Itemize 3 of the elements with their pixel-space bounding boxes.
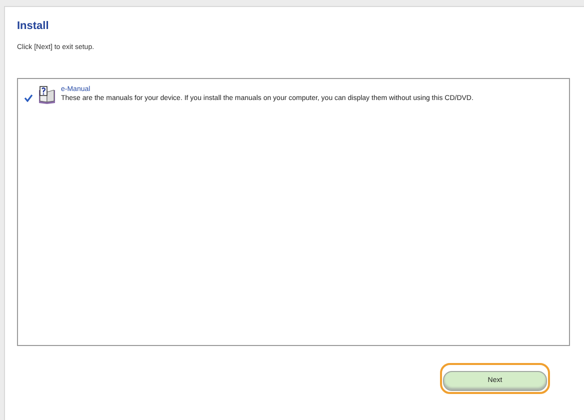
help-book-icon [37,86,57,104]
checkmark-icon[interactable] [24,94,33,102]
page-title: Install [17,19,50,33]
